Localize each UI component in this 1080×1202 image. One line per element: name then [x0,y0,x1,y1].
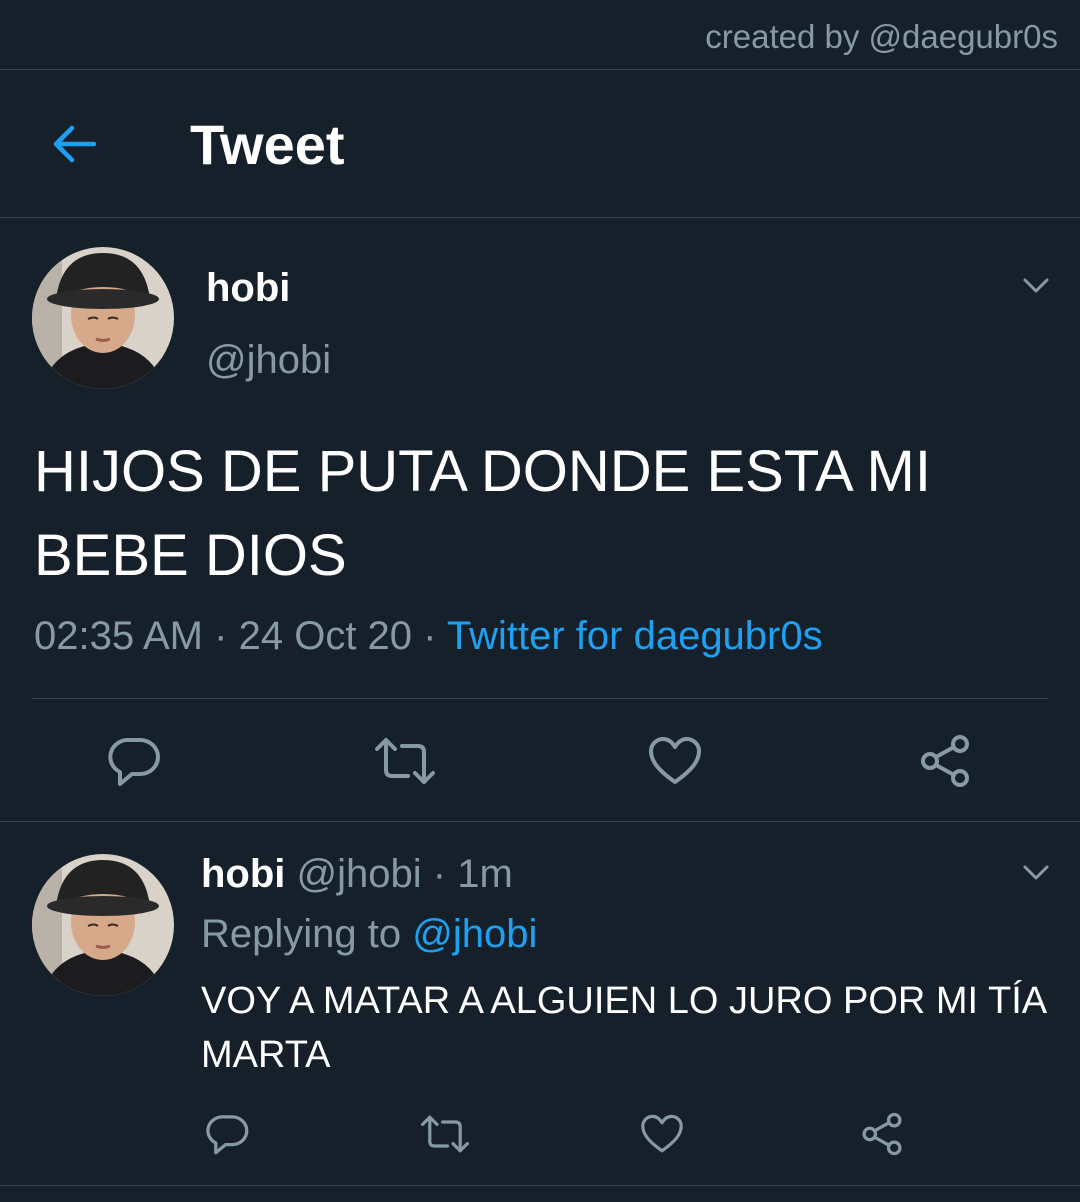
share-icon[interactable] [860,1112,904,1156]
header-bar: Tweet [0,70,1080,217]
replying-to: Replying to @jhobi [201,912,537,957]
bottom-divider [0,1185,1080,1186]
tweet-text: HIJOS DE PUTA DONDE ESTA MI BEBE DIOS [34,439,931,588]
section-divider [0,821,1080,822]
reply-header: hobi @jhobi · 1m [201,852,513,897]
meta-separator: · [432,852,447,896]
like-icon[interactable] [640,1114,684,1154]
replying-to-label: Replying to [201,912,402,956]
avatar[interactable] [32,247,174,389]
meta-separator: · [423,614,437,658]
chevron-down-icon[interactable] [1022,864,1050,882]
tweet-meta: 02:35 AM · 24 Oct 20 · Twitter for daegu… [34,614,823,659]
reply-icon[interactable] [206,1112,250,1156]
reply-age: 1m [457,852,513,896]
retweet-icon[interactable] [420,1114,470,1154]
avatar-image [32,854,174,996]
like-icon[interactable] [648,736,702,786]
tweet-time: 02:35 AM [34,614,204,658]
page-title: Tweet [190,113,345,176]
meta-divider [32,698,1048,699]
meta-separator: · [214,614,228,658]
chevron-down-icon[interactable] [1022,277,1050,295]
share-icon[interactable] [918,734,972,788]
reply-author-handle[interactable]: @jhobi [297,852,422,896]
reply-icon[interactable] [108,734,162,788]
header-divider [0,217,1080,218]
avatar[interactable] [32,854,174,996]
reply-author-name[interactable]: hobi [201,852,285,896]
author-name[interactable]: hobi [206,266,290,311]
tweet-source-link[interactable]: Twitter for daegubr0s [447,614,823,658]
watermark-text: created by @daegubr0s [705,18,1058,55]
author-handle[interactable]: @jhobi [206,338,331,383]
tweet-date: 24 Oct 20 [238,614,413,658]
reply-text: VOY A MATAR A ALGUIEN LO JURO POR MI TÍA… [201,980,1045,1076]
retweet-icon[interactable] [374,736,436,786]
avatar-image [32,247,174,389]
arrow-left-icon[interactable] [50,122,98,166]
replying-to-handle[interactable]: @jhobi [412,912,537,956]
